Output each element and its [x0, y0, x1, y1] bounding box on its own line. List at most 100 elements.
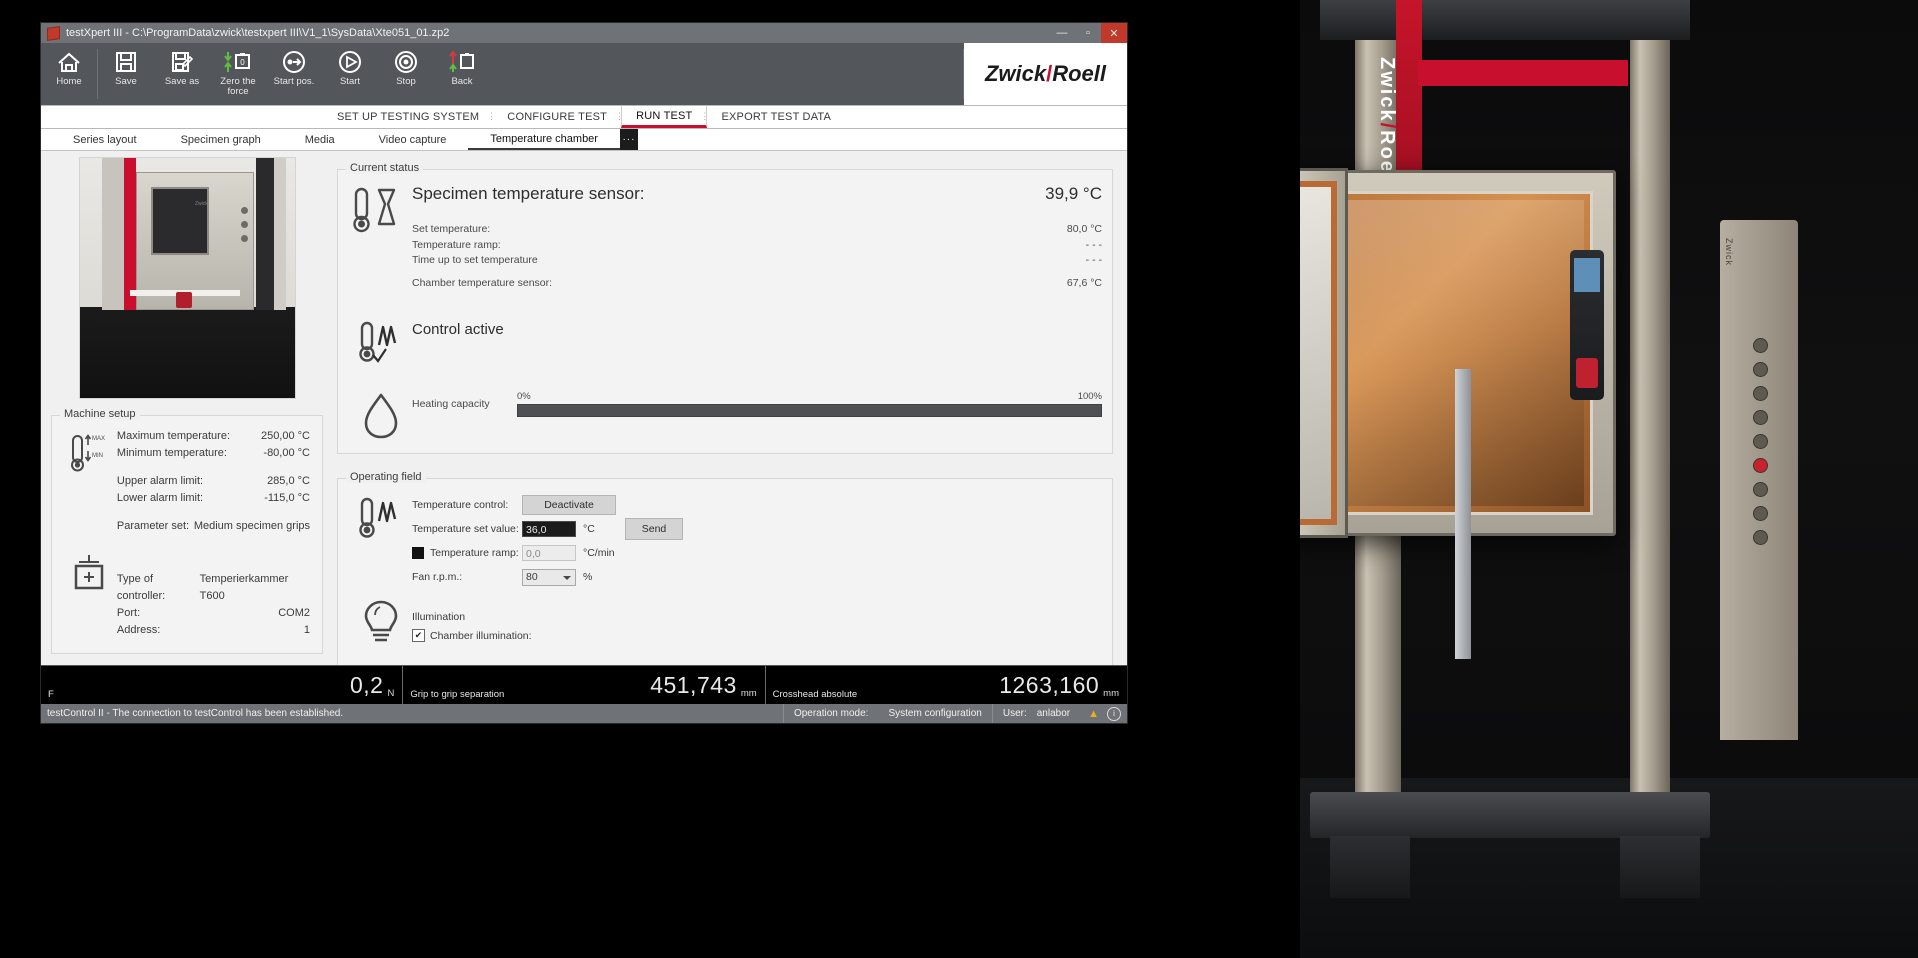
machine-photo-brand: Zwick	[195, 201, 208, 207]
subtab-specimen-graph[interactable]: Specimen graph	[159, 129, 283, 150]
specimen-thermometer-icon	[350, 184, 412, 245]
measurement-bar: F 0,2 N Grip to grip separation 451,743 …	[41, 665, 1127, 704]
row-label: Chamber temperature sensor:	[412, 276, 553, 289]
measurement-cell-force: F 0,2 N	[41, 666, 404, 704]
row-label: Temperature ramp:	[412, 238, 501, 251]
tab-configure-test[interactable]: CONFIGURE TEST ⋮	[493, 106, 624, 128]
fan-rpm-row: Fan r.p.m.: 80 %	[412, 565, 1102, 589]
row-label: Maximum temperature:	[116, 430, 231, 442]
photo-base	[1310, 792, 1710, 838]
operating-field-icons	[350, 493, 412, 665]
subtab-label: Series layout	[73, 133, 137, 146]
tab-set-up-testing-system[interactable]: SET UP TESTING SYSTEM ⋮	[323, 106, 496, 128]
row-value: COM2	[278, 607, 310, 619]
temperature-control-label: Temperature control:	[412, 499, 509, 511]
fan-rpm-select[interactable]: 80	[522, 568, 576, 586]
heating-scale-max: 100%	[1077, 391, 1102, 402]
main-toolbar: Home Save Save as 0 Zero the force Start…	[41, 43, 1127, 105]
maximize-button[interactable]: ▫	[1075, 23, 1101, 43]
row-label: Port:	[116, 607, 141, 619]
toolbar-button-stop[interactable]: Stop	[378, 43, 434, 105]
status-row: Temperature ramp: - - -	[412, 238, 1102, 254]
subtab-overflow-button[interactable]: ···	[619, 129, 638, 150]
thermometer-control-icon	[350, 493, 412, 595]
chevron-down-icon	[563, 575, 571, 580]
deactivate-button[interactable]: Deactivate	[522, 495, 616, 515]
toolbar-button-save-as[interactable]: Save as	[154, 43, 210, 105]
stop-icon	[393, 47, 419, 77]
left-panel: Zwick Machine setup MAX MIN Maximum temp…	[41, 151, 331, 665]
toolbar-button-home[interactable]: Home	[41, 43, 97, 105]
lightbulb-icon	[350, 595, 412, 665]
toolbar-button-start-pos[interactable]: Start pos.	[266, 43, 322, 105]
row-value: -80,00 °C	[263, 447, 310, 459]
toolbar-label: Start pos.	[273, 76, 315, 87]
temperature-ramp-checkbox[interactable]	[412, 547, 424, 559]
photo-red-bar	[1418, 60, 1628, 86]
tab-export-test-data[interactable]: EXPORT TEST DATA	[707, 106, 845, 128]
zero-force-icon: 0	[223, 47, 253, 77]
chamber-illumination-row[interactable]: ✔ Chamber illumination:	[412, 629, 1102, 642]
row-value: Temperierkammer T600	[199, 573, 289, 602]
close-button[interactable]: ✕	[1101, 23, 1127, 43]
minimize-button[interactable]: —	[1049, 23, 1075, 43]
tab-label: SET UP TESTING SYSTEM	[336, 111, 480, 123]
row-value: Medium specimen grips	[193, 520, 310, 532]
right-panel: Current status Specimen temperature sens…	[331, 151, 1127, 665]
operation-mode-label: Operation mode:	[782, 704, 879, 723]
subtab-series-layout[interactable]: Series layout	[51, 129, 159, 150]
machine-setup-row: Parameter set: Medium specimen grips	[117, 518, 312, 535]
status-bar: testControl II - The connection to testC…	[41, 704, 1127, 723]
machine-photo: Zwick	[79, 157, 296, 399]
heating-capacity-block: Heating capacity 0% 100%	[364, 391, 1102, 441]
photo-door-rim	[1300, 181, 1337, 525]
info-icon[interactable]: i	[1107, 706, 1121, 721]
background-photo: Zwick/Roell Zwick	[1300, 0, 1918, 958]
toolbar-button-zero-force[interactable]: 0 Zero the force	[210, 43, 266, 105]
operating-field-title: Operating field	[346, 471, 426, 483]
temperature-set-value-input[interactable]: 36,0	[522, 521, 576, 537]
tab-label: RUN TEST	[636, 109, 693, 122]
toolbar-label: Back	[451, 76, 473, 87]
status-row: Time up to set temperature - - -	[412, 253, 1102, 269]
subtab-video-capture[interactable]: Video capture	[357, 129, 469, 150]
machine-setup-row: Minimum temperature: -80,00 °C	[117, 445, 312, 462]
chamber-illumination-checkbox[interactable]: ✔	[412, 629, 425, 642]
measurement-cell-grip-separation: Grip to grip separation 451,743 mm	[403, 666, 766, 704]
send-button[interactable]: Send	[625, 518, 683, 540]
temperature-ramp-unit: °C/min	[583, 547, 615, 559]
machine-photo-chamber-window	[151, 187, 209, 255]
temperature-ramp-input[interactable]: 0,0	[522, 545, 576, 561]
photo-column-right	[1630, 0, 1670, 862]
row-label: Address:	[116, 624, 161, 636]
tab-run-test[interactable]: RUN TEST ⋮	[621, 106, 709, 128]
warning-triangle-icon[interactable]: ▲	[1088, 708, 1099, 720]
measurement-name: F	[48, 689, 54, 700]
subtab-temperature-chamber[interactable]: Temperature chamber	[468, 129, 620, 150]
sub-tab-bar: Series layout Specimen graph Media Video…	[41, 129, 1127, 151]
row-label: Minimum temperature:	[116, 447, 227, 459]
machine-setup-title: Machine setup	[60, 408, 140, 420]
home-icon	[56, 47, 82, 77]
photo-brand-left: Zwick	[1376, 56, 1398, 123]
save-as-icon	[170, 47, 194, 77]
toolbar-button-start[interactable]: Start	[322, 43, 378, 105]
min-max-thermometer-icon: MAX MIN	[62, 428, 117, 508]
current-status-rows: Set temperature: 80,0 °C Temperature ram…	[412, 222, 1102, 291]
row-label: Time up to set temperature	[412, 254, 538, 266]
machine-photo-base	[102, 310, 286, 326]
toolbar-button-back[interactable]: Back	[434, 43, 490, 105]
photo-side-brand: Zwick	[1724, 238, 1734, 266]
machine-photo-dots	[241, 207, 249, 267]
photo-control-button	[1752, 362, 1768, 377]
subtab-media[interactable]: Media	[283, 129, 357, 150]
measurement-name: Grip to grip separation	[410, 689, 505, 700]
user-label: User:	[991, 704, 1037, 723]
subtab-label: Temperature chamber	[490, 132, 598, 145]
status-row: Chamber temperature sensor: 67,6 °C	[412, 276, 1102, 292]
photo-control-button-stop	[1752, 458, 1768, 473]
photo-control-button	[1752, 410, 1768, 425]
toolbar-button-save[interactable]: Save	[98, 43, 154, 105]
machine-setup-rows: Maximum temperature: 250,00 °C Minimum t…	[117, 428, 312, 639]
window-title: testXpert III - C:\ProgramData\zwick\tes…	[66, 27, 450, 39]
